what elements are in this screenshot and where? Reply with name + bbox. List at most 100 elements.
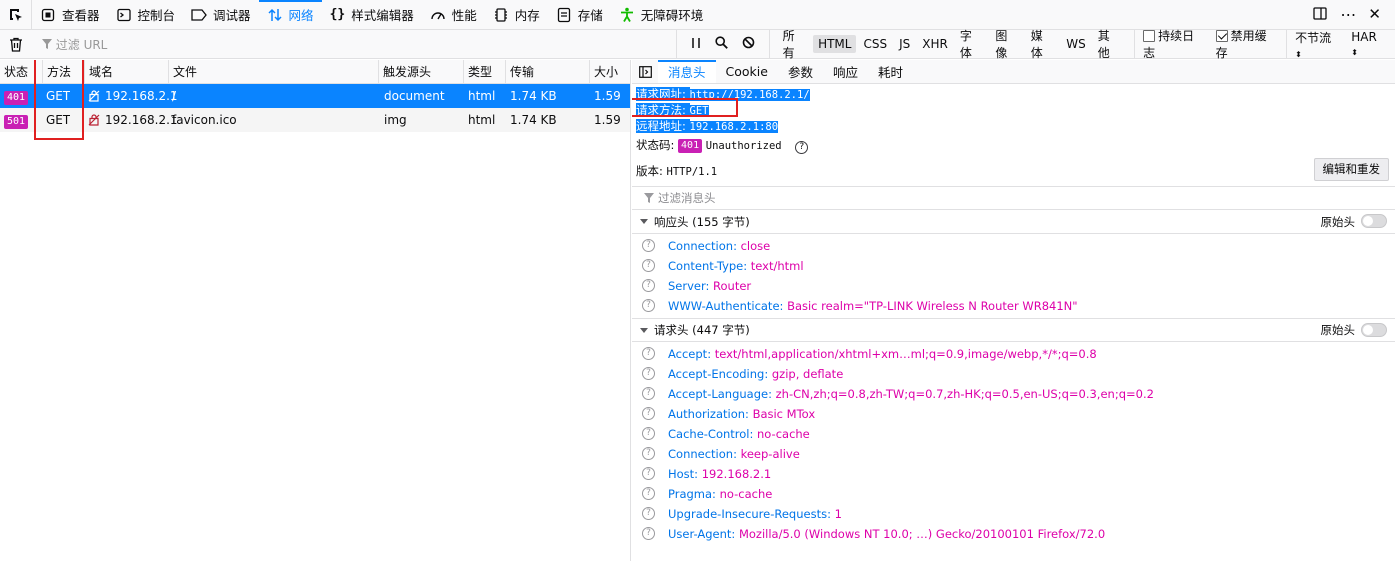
column-domain[interactable]: 域名 — [84, 60, 168, 84]
filter-icon — [644, 193, 654, 203]
column-file[interactable]: 文件 — [168, 60, 378, 84]
close-icon[interactable]: ✕ — [1368, 7, 1381, 22]
header-row: ? Content-Type: text/html — [632, 256, 1395, 276]
tab-params[interactable]: 参数 — [778, 60, 823, 83]
column-method[interactable]: 方法 — [42, 60, 84, 84]
status-text: Unauthorized — [705, 140, 782, 152]
header-value: 192.168.2.1 — [701, 467, 772, 481]
request-row[interactable]: 501 GET 192.168.2.1 favicon.ico img html… — [0, 108, 630, 132]
type-filter-js[interactable]: JS — [894, 35, 915, 53]
tab-response[interactable]: 响应 — [823, 60, 868, 83]
help-icon[interactable]: ? — [642, 527, 655, 540]
edit-and-resend-button[interactable]: 编辑和重发 — [1313, 158, 1389, 181]
insecure-connection-icon — [88, 90, 100, 102]
help-icon[interactable]: ? — [642, 299, 655, 312]
request-table-header: 状态 方法 域名 文件 触发源头 类型 传输 大小 — [0, 60, 630, 84]
help-icon[interactable]: ? — [642, 447, 655, 460]
type-filter-images[interactable]: 图像 — [990, 25, 1023, 63]
raw-headers-toggle[interactable] — [1361, 214, 1387, 228]
tab-debugger[interactable]: 调试器 — [183, 0, 259, 29]
help-icon[interactable]: ? — [795, 141, 809, 154]
toggle-panel-button[interactable] — [632, 60, 658, 83]
tab-memory[interactable]: 内存 — [485, 0, 548, 29]
tab-console[interactable]: 控制台 — [108, 0, 184, 29]
remote-address-value: 192.168.2.1:80 — [689, 121, 779, 133]
header-row: ? Server: Router — [632, 276, 1395, 296]
type-filter-fonts[interactable]: 字体 — [955, 25, 988, 63]
help-icon[interactable]: ? — [642, 387, 655, 400]
type-filter-css[interactable]: CSS — [858, 35, 892, 53]
request-row[interactable]: 401 GET 192.168.2.1 / document html 1.74… — [0, 84, 630, 108]
type-filter-xhr[interactable]: XHR — [917, 35, 953, 53]
cause-cell: img — [384, 113, 407, 127]
throttle-select[interactable]: 不节流 ⬍ — [1295, 29, 1341, 60]
remote-address-label: 远程地址: — [636, 119, 686, 133]
tab-headers[interactable]: 消息头 — [658, 60, 716, 83]
element-picker-button[interactable] — [0, 0, 32, 29]
header-name: Accept-Language: — [668, 387, 772, 401]
tab-inspector[interactable]: 查看器 — [32, 0, 108, 29]
persist-logs-checkbox[interactable]: 持续日志 — [1143, 27, 1205, 61]
picker-icon — [9, 8, 22, 21]
tab-performance[interactable]: 性能 — [422, 0, 485, 29]
url-filter-input[interactable]: 过滤 URL — [32, 30, 677, 58]
disable-cache-checkbox[interactable]: 禁用缓存 — [1215, 27, 1278, 61]
filter-headers-input[interactable]: 过滤消息头 — [632, 186, 1395, 210]
column-type[interactable]: 类型 — [463, 60, 505, 84]
header-value: 1 — [834, 507, 842, 521]
header-value: Basic realm="TP-LINK Wireless N Router W… — [787, 299, 1078, 313]
type-filter-html[interactable]: HTML — [813, 35, 857, 53]
help-icon[interactable]: ? — [642, 347, 655, 360]
block-icon[interactable] — [742, 36, 755, 52]
help-icon[interactable]: ? — [642, 407, 655, 420]
header-value: keep-alive — [740, 447, 800, 461]
pause-icon[interactable] — [691, 37, 701, 52]
request-url-label: 请求网址: — [636, 87, 686, 101]
tab-timings[interactable]: 耗时 — [868, 60, 913, 83]
request-list-panel: 状态 方法 域名 文件 触发源头 类型 传输 大小 401 GET 192.16… — [0, 60, 631, 561]
type-filter-ws[interactable]: WS — [1061, 35, 1090, 53]
raw-headers-toggle[interactable] — [1361, 323, 1387, 337]
more-menu-icon[interactable]: ⋯ — [1340, 6, 1356, 23]
column-transferred[interactable]: 传输 — [505, 60, 589, 84]
header-row: ? Upgrade-Insecure-Requests: 1 — [632, 504, 1395, 524]
request-details-panel: 消息头 Cookie 参数 响应 耗时 请求网址: http://192.168… — [632, 60, 1395, 561]
domain-text: 192.168.2.1 — [105, 113, 178, 127]
type-filter-media[interactable]: 媒体 — [1026, 25, 1059, 63]
help-icon[interactable]: ? — [642, 507, 655, 520]
clear-button[interactable] — [0, 30, 32, 58]
help-icon[interactable]: ? — [642, 259, 655, 272]
type-filter-other[interactable]: 其他 — [1093, 25, 1126, 63]
column-status[interactable]: 状态 — [0, 60, 38, 84]
column-size[interactable]: 大小 — [589, 60, 630, 84]
help-icon[interactable]: ? — [642, 487, 655, 500]
header-value: text/html — [750, 259, 804, 273]
response-headers-section[interactable]: 响应头 (155 字节) 原始头 — [632, 210, 1395, 234]
tab-cookies[interactable]: Cookie — [716, 60, 778, 83]
help-icon[interactable]: ? — [642, 427, 655, 440]
help-icon[interactable]: ? — [642, 279, 655, 292]
har-menu[interactable]: HAR ⬍ — [1351, 30, 1387, 58]
help-icon[interactable]: ? — [642, 367, 655, 380]
dropdown-arrow-icon: ⬍ — [1351, 48, 1358, 57]
dock-icon[interactable] — [1312, 5, 1328, 24]
file-cell: / — [172, 89, 177, 103]
header-name: User-Agent: — [668, 527, 736, 541]
request-headers-section[interactable]: 请求头 (447 字节) 原始头 — [632, 318, 1395, 342]
performance-icon — [430, 7, 446, 23]
tab-accessibility[interactable]: 无障碍环境 — [611, 0, 712, 29]
inspector-icon — [40, 7, 56, 23]
type-filter-all[interactable]: 所有 — [778, 25, 811, 63]
column-cause[interactable]: 触发源头 — [378, 60, 463, 84]
domain-text: 192.168.2.1 — [105, 89, 178, 103]
request-method-value: GET — [689, 105, 709, 117]
search-icon[interactable] — [715, 36, 728, 52]
header-name: Connection: — [668, 239, 737, 253]
header-value: text/html,application/xhtml+xm…ml;q=0.9,… — [714, 347, 1097, 361]
header-value: zh-CN,zh;q=0.8,zh-TW;q=0.7,zh-HK;q=0.5,e… — [775, 387, 1154, 401]
help-icon[interactable]: ? — [642, 467, 655, 480]
tab-style-editor[interactable]: {} 样式编辑器 — [322, 0, 422, 29]
help-icon[interactable]: ? — [642, 239, 655, 252]
tab-storage[interactable]: 存储 — [548, 0, 611, 29]
tab-network[interactable]: 网络 — [258, 0, 322, 29]
